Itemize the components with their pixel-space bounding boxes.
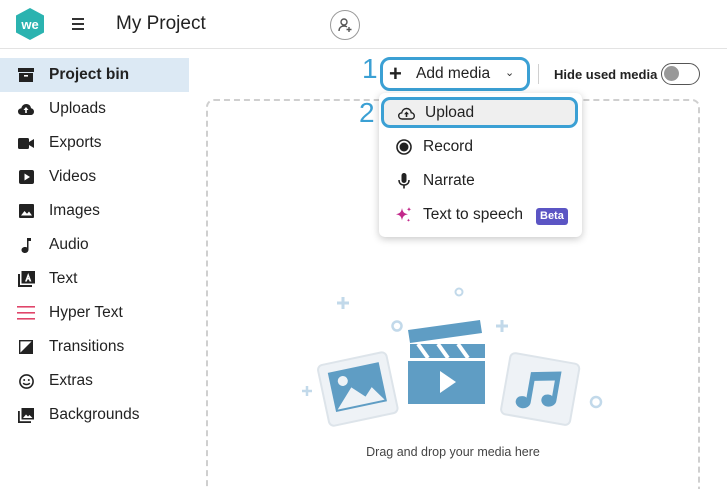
sidebar-item-label: Extras: [49, 372, 93, 389]
sidebar-item-exports[interactable]: Exports: [0, 126, 189, 160]
transition-icon: [17, 339, 35, 355]
media-illustration: [302, 287, 603, 427]
sidebar-item-project-bin[interactable]: Project bin: [0, 58, 189, 92]
sidebar-item-label: Exports: [49, 134, 102, 151]
sparkle-icon: [395, 207, 413, 223]
app-logo[interactable]: we: [13, 7, 47, 41]
sidebar-item-label: Hyper Text: [49, 304, 123, 321]
top-bar: we My Project: [0, 0, 727, 49]
plus-decoration-icon: [302, 386, 312, 396]
text-icon: [17, 271, 35, 287]
beta-badge: Beta: [536, 208, 568, 225]
sidebar-item-label: Images: [49, 202, 100, 219]
toolbar-divider: [538, 64, 539, 84]
menu-item-narrate[interactable]: Narrate: [379, 164, 582, 198]
music-note-icon: [17, 237, 35, 253]
sidebar-item-label: Videos: [49, 168, 97, 185]
chevron-down-icon: ⌄: [505, 67, 515, 79]
menu-item-label: Record: [423, 138, 473, 155]
sidebar-item-transitions[interactable]: Transitions: [0, 330, 189, 364]
plus-decoration-icon: [496, 320, 508, 332]
svg-text:we: we: [20, 17, 38, 32]
sidebar-item-hyper-text[interactable]: Hyper Text: [0, 296, 189, 330]
add-collaborator-button[interactable]: [330, 10, 360, 40]
step-number-2: 2: [359, 97, 375, 128]
clapperboard-icon: [408, 320, 485, 404]
plus-decoration-icon: [337, 297, 349, 309]
microphone-icon: [395, 173, 413, 189]
add-media-menu: Upload Record Narrate Text to speech Bet…: [379, 93, 582, 237]
sidebar-item-label: Uploads: [49, 100, 106, 117]
circle-decoration-icon: [391, 320, 403, 332]
menu-item-label: Upload: [425, 104, 475, 121]
backgrounds-icon: [17, 407, 35, 423]
plus-icon: +: [389, 61, 402, 86]
cloud-upload-icon: [397, 105, 415, 121]
toggle-knob: [664, 66, 679, 81]
project-title[interactable]: My Project: [116, 13, 206, 35]
menu-item-upload[interactable]: Upload: [381, 97, 578, 128]
sidebar-item-label: Backgrounds: [49, 406, 140, 423]
drop-zone-text: Drag and drop your media here: [366, 445, 540, 459]
menu-icon[interactable]: [72, 14, 90, 34]
sidebar-item-label: Audio: [49, 236, 89, 253]
sidebar-item-images[interactable]: Images: [0, 194, 189, 228]
hide-used-media-label: Hide used media: [554, 67, 658, 82]
add-media-button[interactable]: + Add media ⌄: [380, 57, 530, 91]
music-card-icon: [500, 352, 581, 426]
video-camera-icon: [17, 135, 35, 151]
add-media-label: Add media: [416, 65, 491, 82]
sidebar-item-videos[interactable]: Videos: [0, 160, 189, 194]
sidebar-item-audio[interactable]: Audio: [0, 228, 189, 262]
sidebar-item-backgrounds[interactable]: Backgrounds: [0, 398, 189, 432]
sidebar-item-extras[interactable]: Extras: [0, 364, 189, 398]
sidebar-item-label: Project bin: [49, 66, 130, 83]
sidebar-item-label: Text: [49, 270, 78, 287]
archive-icon: [17, 67, 35, 83]
sidebar-item-text[interactable]: Text: [0, 262, 189, 296]
record-icon: [395, 139, 413, 155]
image-icon: [17, 203, 35, 219]
smiley-icon: [17, 373, 35, 389]
play-icon: [17, 169, 35, 185]
menu-item-record[interactable]: Record: [379, 130, 582, 164]
photo-card-icon: [317, 351, 399, 427]
cloud-upload-icon: [17, 101, 35, 117]
menu-item-label: Text to speech: [423, 206, 523, 223]
hide-used-media-toggle[interactable]: [661, 63, 700, 85]
sidebar-item-label: Transitions: [49, 338, 125, 355]
sidebar: Project bin Uploads Exports Videos Image…: [0, 49, 190, 489]
add-user-icon: [338, 18, 352, 32]
menu-item-label: Narrate: [423, 172, 475, 189]
step-number-1: 1: [362, 53, 378, 84]
sidebar-item-uploads[interactable]: Uploads: [0, 92, 189, 126]
circle-decoration-icon: [589, 395, 603, 409]
circle-decoration-icon: [454, 287, 464, 297]
hyper-text-icon: [17, 305, 35, 321]
menu-item-text-to-speech[interactable]: Text to speech Beta: [379, 198, 582, 232]
